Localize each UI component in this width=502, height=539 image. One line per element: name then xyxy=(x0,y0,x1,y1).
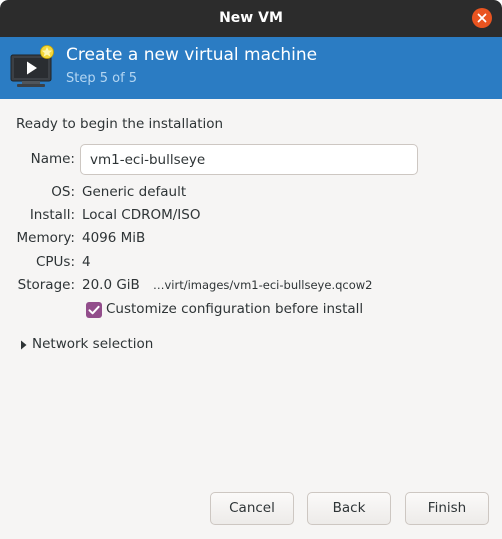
title-bar[interactable]: New VM xyxy=(0,0,502,37)
window-title: New VM xyxy=(219,10,283,26)
install-label: Install: xyxy=(29,207,75,223)
customize-checkbox[interactable] xyxy=(86,302,102,318)
triangle-right-icon xyxy=(21,340,27,350)
storage-path: …virt/images/vm1-eci-bullseye.qcow2 xyxy=(153,278,373,292)
close-button[interactable] xyxy=(472,8,492,28)
cpus-value: 4 xyxy=(82,254,91,270)
wizard-title: Create a new virtual machine xyxy=(66,45,318,65)
cpus-label: CPUs: xyxy=(35,254,75,270)
ready-heading: Ready to begin the installation xyxy=(16,116,224,132)
new-vm-monitor-icon xyxy=(10,45,54,87)
os-value: Generic default xyxy=(82,184,187,200)
vm-name-input[interactable] xyxy=(80,144,418,175)
storage-size: 20.0 GiB xyxy=(82,277,140,293)
network-selection-label[interactable]: Network selection xyxy=(32,336,153,352)
name-label: Name: xyxy=(30,151,75,167)
checkmark-icon xyxy=(88,305,100,315)
wizard-banner: Create a new virtual machine Step 5 of 5 xyxy=(0,37,502,99)
storage-label: Storage: xyxy=(17,277,75,293)
new-vm-dialog: New VM Create a new virtual machine Step… xyxy=(0,0,502,539)
customize-checkbox-label[interactable]: Customize configuration before install xyxy=(106,301,363,317)
finish-button[interactable]: Finish xyxy=(405,492,489,525)
memory-value: 4096 MiB xyxy=(82,230,146,246)
memory-label: Memory: xyxy=(16,230,75,246)
cancel-button[interactable]: Cancel xyxy=(210,492,294,525)
back-button[interactable]: Back xyxy=(307,492,391,525)
close-icon xyxy=(477,13,487,23)
wizard-step: Step 5 of 5 xyxy=(66,71,138,86)
os-label: OS: xyxy=(51,184,75,200)
install-value: Local CDROM/ISO xyxy=(82,207,201,223)
